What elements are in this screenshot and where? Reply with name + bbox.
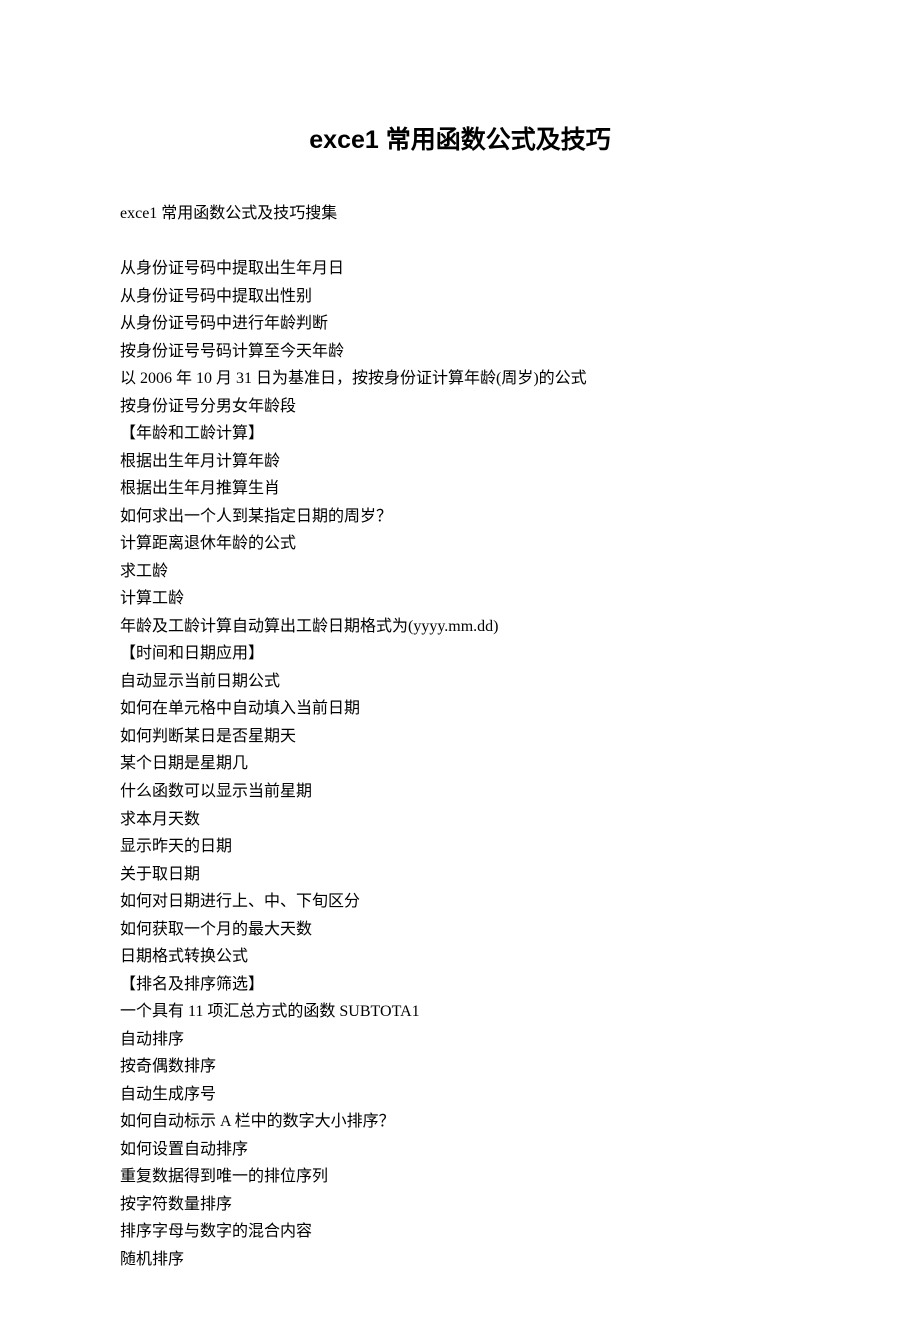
content-line: 求本月天数 (120, 806, 800, 834)
content-line: 随机排序 (120, 1246, 800, 1274)
content-line: 求工龄 (120, 558, 800, 586)
content-line: 按身份证号号码计算至今天年龄 (120, 338, 800, 366)
content-line: 如何判断某日是否星期天 (120, 723, 800, 751)
content-line: 根据出生年月计算年龄 (120, 448, 800, 476)
content-line: 如何获取一个月的最大天数 (120, 916, 800, 944)
document-title: exce1 常用函数公式及技巧 (120, 120, 800, 156)
content-line: 什么函数可以显示当前星期 (120, 778, 800, 806)
content-line: 如何在单元格中自动填入当前日期 (120, 695, 800, 723)
content-line: 从身份证号码中提取出生年月日 (120, 255, 800, 283)
content-line: 重复数据得到唯一的排位序列 (120, 1163, 800, 1191)
content-line: 年龄及工龄计算自动算出工龄日期格式为(yyyy.mm.dd) (120, 613, 800, 641)
content-line: 按身份证号分男女年龄段 (120, 393, 800, 421)
content-line: 【年龄和工龄计算】 (120, 420, 800, 448)
content-line: 从身份证号码中进行年龄判断 (120, 310, 800, 338)
content-line: 某个日期是星期几 (120, 750, 800, 778)
content-line: 显示昨天的日期 (120, 833, 800, 861)
content-line: 按奇偶数排序 (120, 1053, 800, 1081)
content-line: 根据出生年月推算生肖 (120, 475, 800, 503)
content-line: 计算距离退休年龄的公式 (120, 530, 800, 558)
content-line: 关于取日期 (120, 861, 800, 889)
content-line: 如何设置自动排序 (120, 1136, 800, 1164)
content-line: 自动生成序号 (120, 1081, 800, 1109)
content-line: 从身份证号码中提取出性别 (120, 283, 800, 311)
content-line: 排序字母与数字的混合内容 (120, 1218, 800, 1246)
content-line: 计算工龄 (120, 585, 800, 613)
content-line: 如何对日期进行上、中、下旬区分 (120, 888, 800, 916)
document-content: 从身份证号码中提取出生年月日 从身份证号码中提取出性别 从身份证号码中进行年龄判… (120, 255, 800, 1273)
content-line: 【时间和日期应用】 (120, 640, 800, 668)
content-line: 如何自动标示 A 栏中的数字大小排序？ (120, 1108, 800, 1136)
content-line: 【排名及排序筛选】 (120, 971, 800, 999)
content-line: 自动排序 (120, 1026, 800, 1054)
content-line: 按字符数量排序 (120, 1191, 800, 1219)
content-line: 自动显示当前日期公式 (120, 668, 800, 696)
content-line: 如何求出一个人到某指定日期的周岁？ (120, 503, 800, 531)
document-subtitle: exce1 常用函数公式及技巧搜集 (120, 200, 800, 227)
content-line: 一个具有 11 项汇总方式的函数 SUBTOTA1 (120, 998, 800, 1026)
content-line: 日期格式转换公式 (120, 943, 800, 971)
content-line: 以 2006 年 10 月 31 日为基准日，按按身份证计算年龄(周岁)的公式 (120, 365, 800, 393)
